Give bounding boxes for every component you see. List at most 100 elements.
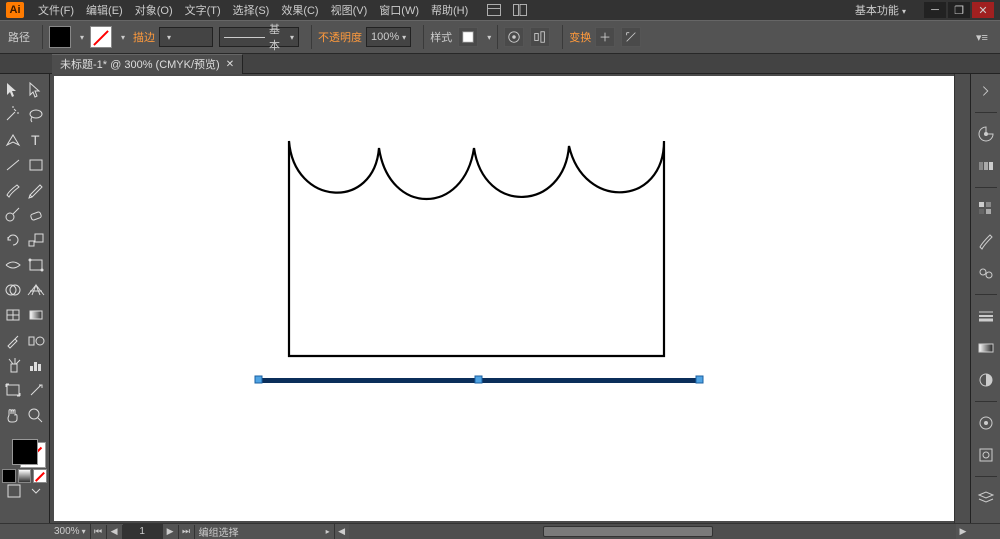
menu-help[interactable]: 帮助(H) xyxy=(425,2,474,18)
gradient-tool[interactable] xyxy=(25,303,47,327)
zoom-field[interactable]: 300% ▾ xyxy=(50,524,91,539)
transform-label[interactable]: 变换 xyxy=(569,29,591,45)
selection-type-label: 路径 xyxy=(8,29,30,45)
width-tool[interactable] xyxy=(2,253,24,277)
menu-select[interactable]: 选择(S) xyxy=(227,2,276,18)
pen-tool[interactable] xyxy=(2,128,24,152)
color-guide-panel-icon[interactable] xyxy=(975,155,997,177)
pencil-tool[interactable] xyxy=(25,178,47,202)
layout-icon[interactable] xyxy=(486,2,502,18)
blend-tool[interactable] xyxy=(25,328,47,352)
direct-selection-tool[interactable] xyxy=(25,78,47,102)
blob-brush-tool[interactable] xyxy=(2,203,24,227)
symbol-sprayer-tool[interactable] xyxy=(2,353,24,377)
opacity-dropdown[interactable]: 100%▾ xyxy=(366,27,411,47)
stroke-dropdown[interactable]: ▾ xyxy=(121,33,125,42)
lasso-tool[interactable] xyxy=(25,103,47,127)
selection-handle-right[interactable] xyxy=(696,376,703,383)
rotate-tool[interactable] xyxy=(2,228,24,252)
artboard-index-field[interactable]: 1 xyxy=(123,524,163,539)
style-dropdown[interactable]: ▾ xyxy=(487,33,491,42)
artboard[interactable] xyxy=(54,76,954,521)
menu-file[interactable]: 文件(F) xyxy=(32,2,80,18)
free-transform-tool[interactable] xyxy=(25,253,47,277)
menu-object[interactable]: 对象(O) xyxy=(129,2,179,18)
brushes-panel-icon[interactable] xyxy=(975,230,997,252)
eraser-tool[interactable] xyxy=(25,203,47,227)
selection-handle-center[interactable] xyxy=(475,376,482,383)
selection-mode-field[interactable]: 编组选择▸ xyxy=(195,524,335,539)
layers-panel-icon[interactable] xyxy=(975,487,997,509)
artboard-prev[interactable]: ◀ xyxy=(107,525,123,539)
vector-artwork xyxy=(54,76,954,521)
menu-edit[interactable]: 编辑(E) xyxy=(80,2,129,18)
transform-icon-2[interactable] xyxy=(621,27,641,47)
vertical-scrollbar[interactable] xyxy=(954,74,970,523)
transparency-panel-icon[interactable] xyxy=(975,369,997,391)
panel-collapse-icon[interactable] xyxy=(975,80,997,102)
perspective-grid-tool[interactable] xyxy=(25,278,47,302)
type-tool[interactable]: T xyxy=(25,128,47,152)
artboard-next[interactable]: ▶ xyxy=(163,525,179,539)
magic-wand-tool[interactable] xyxy=(2,103,24,127)
arrange-icon[interactable] xyxy=(512,2,528,18)
eyedropper-tool[interactable] xyxy=(2,328,24,352)
horizontal-scrollbar[interactable] xyxy=(349,524,956,539)
window-close[interactable]: ✕ xyxy=(972,2,994,18)
stroke-profile-dropdown[interactable]: 基本▾ xyxy=(219,27,299,47)
color-mode-none[interactable] xyxy=(33,469,47,483)
stroke-panel-icon[interactable] xyxy=(975,305,997,327)
stroke-label[interactable]: 描边 xyxy=(133,29,155,45)
shape-builder-tool[interactable] xyxy=(2,278,24,302)
stroke-weight-dropdown[interactable]: ▾ xyxy=(159,27,213,47)
menu-view[interactable]: 视图(V) xyxy=(325,2,374,18)
column-graph-tool[interactable] xyxy=(25,353,47,377)
menu-type[interactable]: 文字(T) xyxy=(179,2,227,18)
window-minimize[interactable]: ─ xyxy=(924,2,946,18)
rectangle-tool[interactable] xyxy=(25,153,47,177)
hscroll-thumb[interactable] xyxy=(543,526,713,537)
artboard-first[interactable]: ⏮ xyxy=(91,525,107,539)
workspace-switcher[interactable]: 基本功能 ▾ xyxy=(847,2,914,18)
fill-swatch[interactable] xyxy=(49,26,71,48)
controlbar-menu-icon[interactable]: ▾≡ xyxy=(972,27,992,47)
selection-handle-left[interactable] xyxy=(255,376,262,383)
menu-window[interactable]: 窗口(W) xyxy=(373,2,425,18)
opacity-label[interactable]: 不透明度 xyxy=(318,29,362,45)
color-panel-icon[interactable] xyxy=(975,123,997,145)
artboard-last[interactable]: ⏭ xyxy=(179,525,195,539)
recolor-icon[interactable] xyxy=(504,27,524,47)
stroke-style-label: 基本 xyxy=(269,21,287,53)
fill-stroke-proxy[interactable] xyxy=(2,432,47,472)
selection-tool[interactable] xyxy=(2,78,24,102)
align-icon[interactable] xyxy=(530,27,550,47)
swatches-panel-icon[interactable] xyxy=(975,198,997,220)
hscroll-right[interactable]: ▶ xyxy=(956,524,970,539)
transform-icon-1[interactable] xyxy=(595,27,615,47)
screen-mode-normal[interactable] xyxy=(5,482,23,500)
canvas-area[interactable] xyxy=(50,74,970,523)
fill-proxy[interactable] xyxy=(12,439,38,465)
line-tool[interactable] xyxy=(2,153,24,177)
window-maximize[interactable]: ❐ xyxy=(948,2,970,18)
zoom-tool[interactable] xyxy=(25,403,47,427)
slice-tool[interactable] xyxy=(25,378,47,402)
stroke-swatch[interactable] xyxy=(90,26,112,48)
gradient-panel-icon[interactable] xyxy=(975,337,997,359)
artboard-tool[interactable] xyxy=(2,378,24,402)
menu-effect[interactable]: 效果(C) xyxy=(275,2,324,18)
screen-mode-dropdown[interactable] xyxy=(27,482,45,500)
mesh-tool[interactable] xyxy=(2,303,24,327)
document-tab[interactable]: 未标题-1* @ 300% (CMYK/预览) ✕ xyxy=(52,54,243,74)
crown-shape[interactable] xyxy=(289,141,664,356)
hscroll-left[interactable]: ◀ xyxy=(335,524,349,539)
appearance-panel-icon[interactable] xyxy=(975,412,997,434)
fill-dropdown[interactable]: ▾ xyxy=(80,33,84,42)
graphic-style-swatch[interactable] xyxy=(458,27,478,47)
close-tab-icon[interactable]: ✕ xyxy=(226,59,234,70)
hand-tool[interactable] xyxy=(2,403,24,427)
graphic-styles-panel-icon[interactable] xyxy=(975,444,997,466)
symbols-panel-icon[interactable] xyxy=(975,262,997,284)
scale-tool[interactable] xyxy=(25,228,47,252)
paintbrush-tool[interactable] xyxy=(2,178,24,202)
